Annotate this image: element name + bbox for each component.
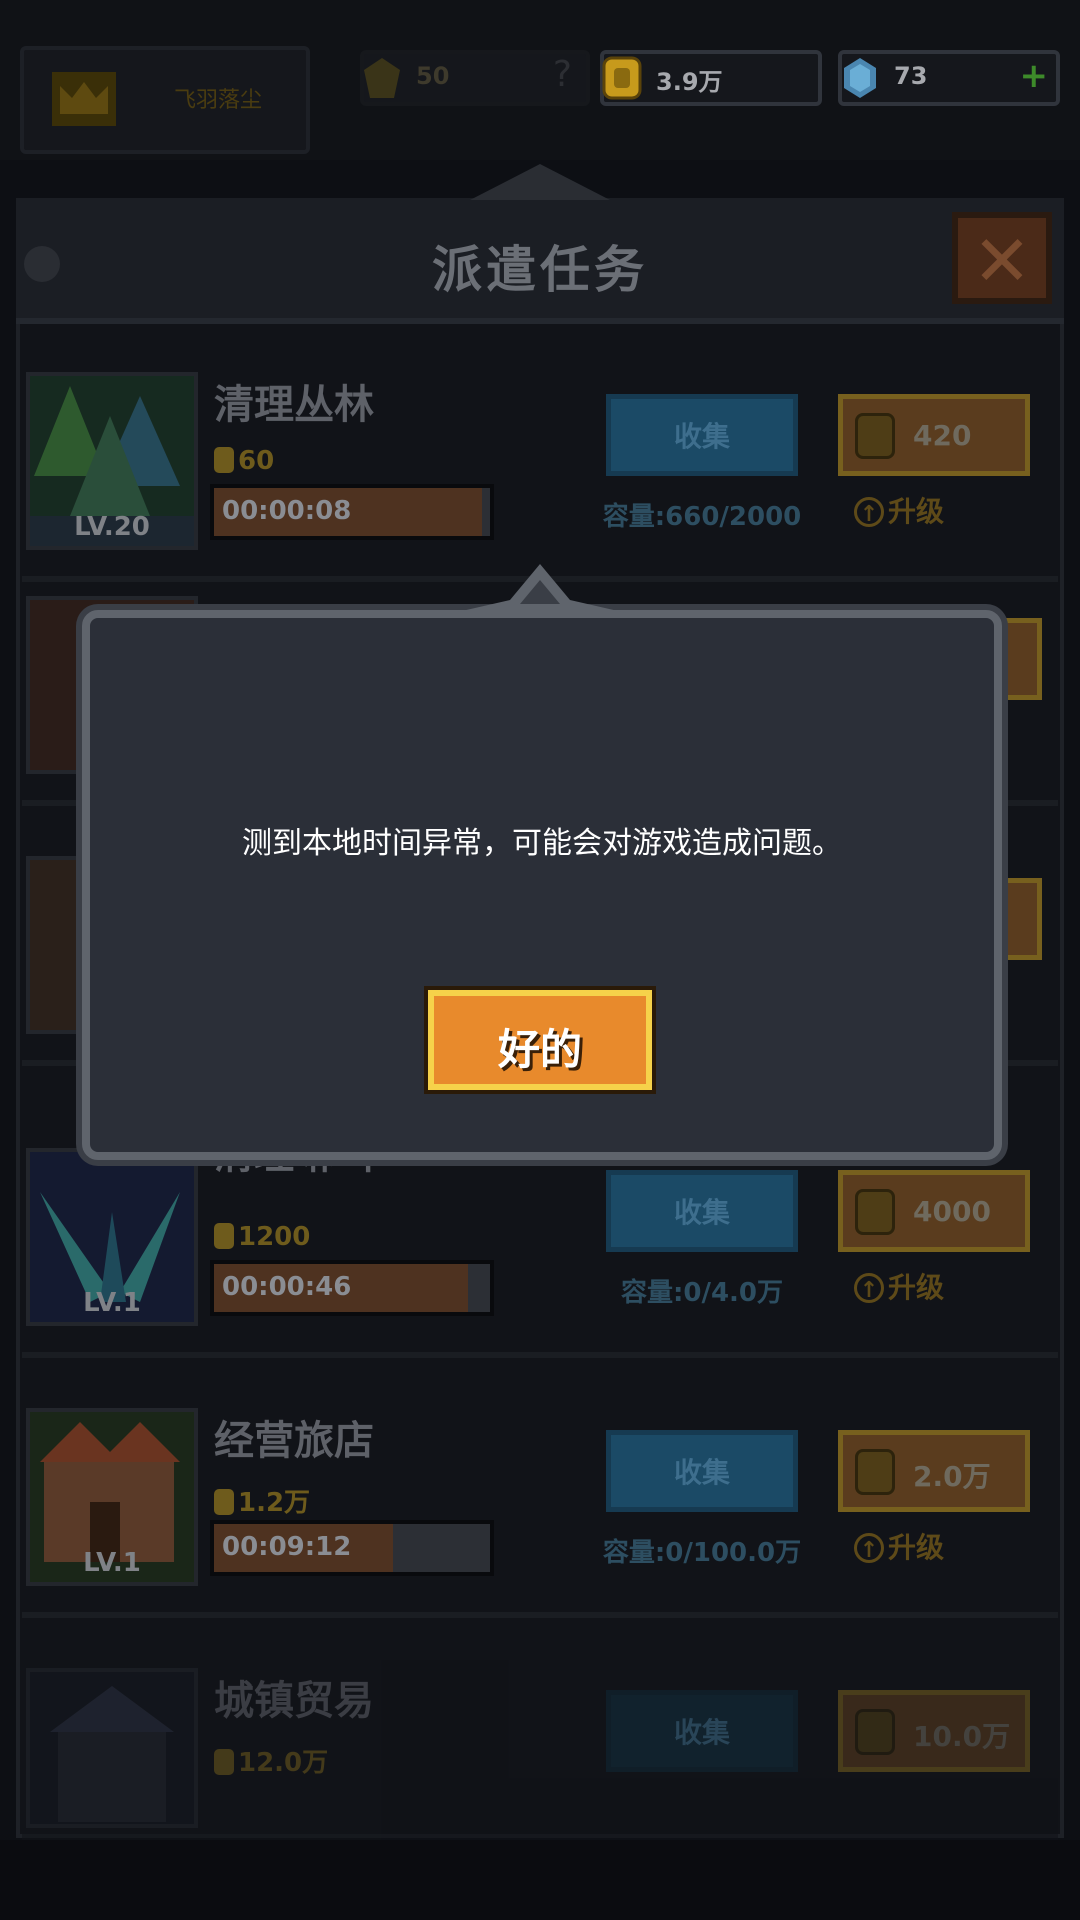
task-timer: 00:00:08 [210,484,494,540]
coin-icon [855,413,895,459]
power-icon [364,58,400,98]
task-capacity: 容量:660/2000 [602,502,802,532]
bottom-strip [0,1840,1080,1920]
upgrade-link[interactable]: ↑ 升级 [854,1526,944,1566]
gold-display: 3.9万 [600,50,822,106]
gem-display: 73 + [838,50,1060,106]
task-row: 城镇贸易 12.0万 收集 10.0万 [22,1660,1058,1840]
reward-value: 12.0万 [238,1748,329,1778]
collect-label: 收集 [673,420,730,453]
cost-value: 4000 [913,1195,991,1228]
task-thumbnail: LV.1 [26,1408,198,1586]
town-icon [30,1672,194,1824]
gem-icon [844,58,876,98]
panel-title: 派遣任务 [432,241,648,299]
task-name: 清理丛林 [214,382,374,428]
collect-label: 收集 [673,1716,730,1749]
task-thumbnail: LV.1 [26,1148,198,1326]
header-ornament [470,164,610,200]
task-reward: 12.0万 [214,1742,328,1779]
task-row: LV.1 经营旅店 1.2万 00:09:12 收集 2.0万 容量:0/100… [22,1400,1058,1618]
upgrade-cost-button[interactable]: 10.0万 [838,1690,1030,1772]
dialog-message: 测到本地时间异常，可能会对游戏造成问题。 [242,826,842,861]
dialog-ornament [440,564,640,616]
upgrade-label: 升级 [888,1271,945,1304]
gem-value: 73 [894,62,928,90]
upgrade-arrow-icon: ↑ [854,1273,884,1303]
reward-value: 1.2万 [238,1488,311,1518]
coin-icon [214,1223,234,1249]
collect-label: 收集 [673,1456,730,1489]
panel-header: 派遣任务 [16,198,1064,324]
task-name: 经营旅店 [214,1418,374,1464]
task-name: 城镇贸易 [214,1678,374,1724]
task-level: LV.1 [83,1288,141,1318]
power-value: 50 [416,62,450,90]
upgrade-label: 升级 [888,495,945,528]
reward-value: 1200 [238,1222,311,1252]
timer-text: 00:00:46 [222,1272,352,1302]
close-button[interactable]: ✕ [952,212,1052,304]
ok-label: 好的 [497,1025,582,1074]
collect-button[interactable]: 收集 [606,1690,798,1772]
task-thumbnail [26,1668,198,1828]
task-reward: 1.2万 [214,1482,310,1519]
task-timer: 00:09:12 [210,1520,494,1576]
upgrade-cost-button[interactable]: 2.0万 [838,1430,1030,1512]
task-timer: 00:00:46 [210,1260,494,1316]
task-capacity: 容量:0/100.0万 [602,1538,802,1568]
task-reward: 1200 [214,1222,310,1252]
gold-value: 3.9万 [656,68,723,96]
task-row: LV.1 清理琳叫 1200 00:00:46 收集 4000 容量:0/4.0… [22,1132,1058,1358]
help-icon[interactable]: ? [553,54,572,95]
timer-text: 00:09:12 [222,1532,352,1562]
upgrade-label: 升级 [888,1531,945,1564]
cost-value: 2.0万 [913,1460,991,1493]
coin-icon [855,1709,895,1755]
coin-icon [855,1189,895,1235]
player-info[interactable]: 飞羽落尘 [20,46,310,154]
cost-value: 10.0万 [913,1720,1011,1753]
task-row: LV.20 清理丛林 60 00:00:08 收集 420 容量:660/200… [22,364,1058,582]
task-level: LV.1 [83,1548,141,1578]
lamp-icon [24,246,60,282]
coin-icon [855,1449,895,1495]
upgrade-cost-button[interactable]: 4000 [838,1170,1030,1252]
upgrade-arrow-icon: ↑ [854,497,884,527]
ok-button[interactable]: 好的 [428,990,652,1090]
collect-button[interactable]: 收集 [606,394,798,476]
power-display: 50 ? [360,50,590,106]
task-reward: 60 [214,446,274,476]
upgrade-link[interactable]: ↑ 升级 [854,1266,944,1306]
task-level: LV.20 [74,512,150,542]
collect-label: 收集 [673,1196,730,1229]
task-thumbnail: LV.20 [26,372,198,550]
upgrade-cost-button[interactable]: 420 [838,394,1030,476]
coin-icon [214,1489,234,1515]
player-name: 飞羽落尘 [174,88,263,113]
gold-coin-icon [602,56,642,100]
collect-button[interactable]: 收集 [606,1170,798,1252]
coin-icon [214,447,234,473]
upgrade-arrow-icon: ↑ [854,1533,884,1563]
task-capacity: 容量:0/4.0万 [620,1278,784,1308]
coin-icon [214,1749,234,1775]
collect-button[interactable]: 收集 [606,1430,798,1512]
add-gems-button[interactable]: + [1020,56,1049,96]
cost-value: 420 [913,419,972,452]
reward-value: 60 [238,446,275,476]
crown-icon [52,72,116,126]
close-icon: ✕ [972,220,1032,302]
timer-text: 00:00:08 [222,496,352,526]
upgrade-link[interactable]: ↑ 升级 [854,490,944,530]
